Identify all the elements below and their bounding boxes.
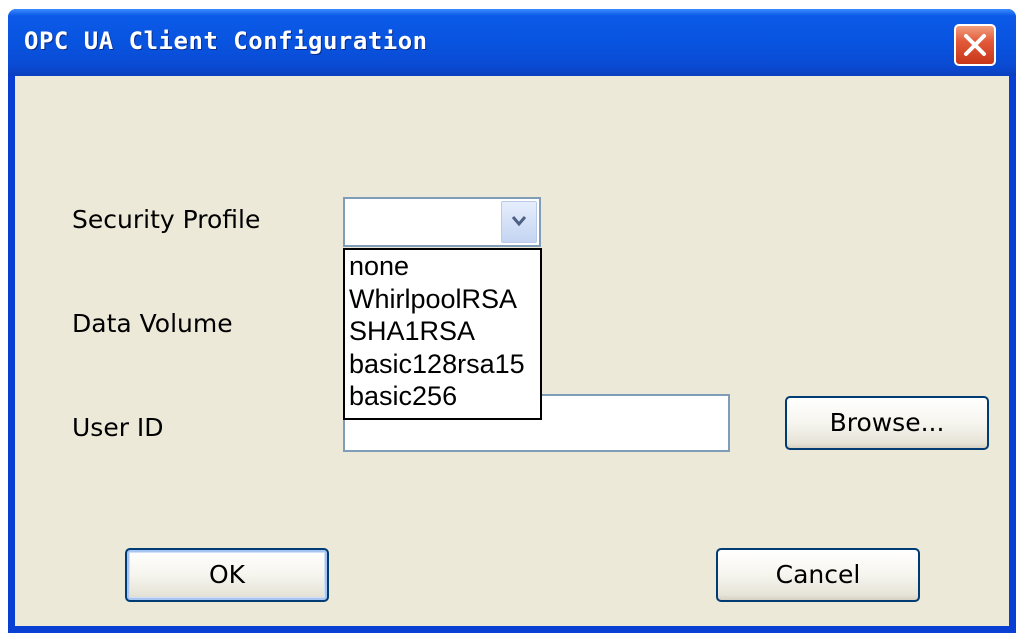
dropdown-button[interactable] — [501, 201, 537, 243]
security-profile-combobox[interactable] — [343, 197, 541, 247]
dropdown-option-sha1rsa[interactable]: SHA1RSA — [345, 315, 540, 348]
ok-button-label: OK — [127, 550, 327, 600]
dropdown-option-basic128rsa15[interactable]: basic128rsa15 — [345, 348, 540, 381]
security-profile-dropdown-list: none WhirlpoolRSA SHA1RSA basic128rsa15 … — [343, 248, 542, 420]
browse-button[interactable]: Browse... — [785, 396, 989, 450]
title-bar[interactable]: OPC UA Client Configuration — [8, 9, 1016, 76]
close-button[interactable] — [954, 24, 996, 66]
dropdown-option-whirlpoolrsa[interactable]: WhirlpoolRSA — [345, 283, 540, 316]
user-id-label: User ID — [72, 413, 164, 442]
window-title: OPC UA Client Configuration — [24, 27, 428, 55]
dialog-body: Security Profile none WhirlpoolRSA SHA1R… — [15, 76, 1009, 626]
cancel-button[interactable]: Cancel — [716, 548, 920, 602]
ok-button[interactable]: OK — [125, 548, 329, 602]
close-icon — [963, 33, 987, 57]
browse-button-label: Browse... — [787, 398, 987, 448]
dialog-window: OPC UA Client Configuration Security Pro… — [8, 9, 1016, 633]
dropdown-option-none[interactable]: none — [345, 250, 540, 283]
cancel-button-label: Cancel — [718, 550, 918, 600]
security-profile-label: Security Profile — [72, 205, 260, 234]
dropdown-option-basic256[interactable]: basic256 — [345, 380, 540, 413]
data-volume-label: Data Volume — [72, 309, 233, 338]
chevron-down-icon — [511, 214, 527, 228]
